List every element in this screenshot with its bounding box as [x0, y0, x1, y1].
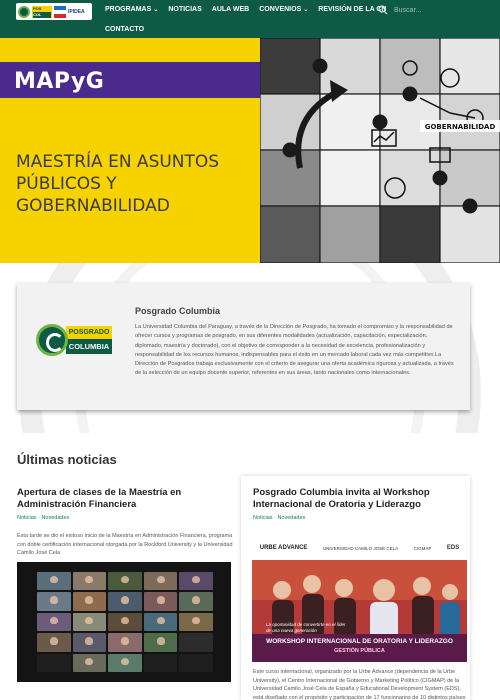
news-section-heading: Últimas noticias: [17, 452, 117, 467]
participant-tile: [108, 592, 142, 611]
posgrado-badge: POSGRADO COLUMBIA: [66, 326, 112, 354]
hero-image-label: GOBERNABILIDAD: [425, 123, 496, 131]
participant-tile: [179, 572, 213, 591]
menu-programas-label: PROGRAMAS: [105, 6, 152, 13]
participant-tile: [143, 633, 178, 652]
columbia-seal-icon: [18, 5, 30, 18]
participant-tile: [143, 572, 178, 591]
participant-tile: [179, 653, 213, 672]
search-icon[interactable]: [378, 5, 388, 15]
search-input[interactable]: [394, 6, 474, 14]
participant-tile: [37, 612, 71, 632]
about-title: Posgrado Columbia: [135, 306, 221, 316]
ipidea-logo-text: IPIDEA: [68, 8, 85, 15]
chevron-down-icon: ⌄: [153, 7, 159, 13]
participant-tile: [143, 592, 178, 611]
participant-tile: [37, 653, 71, 672]
participant-tile: [72, 592, 107, 611]
menu-programas[interactable]: PROGRAMAS ⌄: [100, 4, 163, 15]
participant-tile: [72, 633, 107, 652]
hero-title: MAESTRÍA EN ASUNTOS PÚBLICOS Y GOBERNABI…: [16, 152, 220, 216]
participant-tile: [72, 612, 107, 632]
workshop-banner-title: WORKSHOP INTERNACIONAL DE ORATORIA Y LID…: [266, 638, 453, 645]
menu-contacto[interactable]: CONTACTO: [100, 24, 149, 35]
video-call-grid: [37, 572, 213, 672]
participant-tile: [108, 612, 142, 632]
menu-revision-cn-label: REVISIÓN DE LA CN: [318, 6, 387, 13]
menu-noticias[interactable]: NOTICIAS: [163, 4, 206, 15]
menu-convenios-label: CONVENIOS: [259, 6, 302, 13]
participant-tile: [72, 572, 107, 591]
menu-convenios[interactable]: CONVENIOS ⌄: [254, 4, 313, 15]
news-categories[interactable]: Noticias · Novedades: [253, 515, 305, 521]
news-excerpt: Este curso internacional, organizado por…: [253, 669, 466, 700]
news-categories[interactable]: Noticias · Novedades: [17, 515, 69, 521]
main-menu: PROGRAMAS ⌄ NOTICIAS AULA WEB CONVENIOS ⌄ …: [100, 4, 391, 15]
menu-noticias-label: NOTICIAS: [168, 6, 202, 13]
participant-tile: [179, 612, 213, 632]
participant-tile: [108, 572, 142, 591]
main-menu-row-2: CONTACTO: [100, 24, 149, 35]
ucjc-logo: UNIVERSIDAD CAMILO JOSÉ CELA: [322, 545, 399, 551]
urbe-advance-logo: URBE ADVANCE: [259, 544, 308, 551]
governance-puzzle-illustration: GOBERNABILIDAD: [260, 38, 500, 263]
participant-tile: [37, 633, 71, 652]
partner-logos-strip: URBE ADVANCE UNIVERSIDAD CAMILO JOSÉ CEL…: [252, 537, 467, 559]
menu-aula-web[interactable]: AULA WEB: [207, 4, 254, 15]
menu-contacto-label: CONTACTO: [105, 26, 145, 33]
hero-banner[interactable]: MAPyG MAESTRÍA EN ASUNTOS PÚBLICOS Y GOB…: [0, 38, 500, 263]
participant-tile: [108, 633, 142, 652]
cigmap-logo: CIGMAP: [413, 545, 432, 551]
news-title-link[interactable]: Apertura de clases de la Maestría en Adm…: [17, 487, 222, 511]
posgrado-badge-icon: POS COL: [32, 5, 52, 18]
participant-tile: [72, 653, 107, 672]
menu-aula-web-label: AULA WEB: [211, 6, 250, 13]
badge-bottom-text: COLUMBIA: [66, 339, 112, 354]
hero-acronym: MAPyG: [14, 69, 105, 94]
search-box: [378, 3, 488, 17]
posgrado-columbia-logo: POSGRADO COLUMBIA: [36, 324, 114, 356]
participant-tile: [108, 653, 142, 672]
news-title-link[interactable]: Posgrado Columbia invita al Workshop Int…: [253, 487, 463, 511]
participant-tile: [143, 612, 178, 632]
site-logo[interactable]: POS COL IPIDEA: [16, 3, 92, 20]
top-navbar: POS COL IPIDEA PROGRAMAS ⌄ NOTICIAS AULA W…: [0, 0, 500, 38]
chevron-down-icon: ⌄: [303, 7, 309, 13]
workshop-tagline: La oportunidad de convertirte en el líde…: [266, 622, 346, 633]
badge-top-text: POSGRADO: [66, 326, 112, 339]
participant-tile: [37, 572, 71, 591]
workshop-banner-subtitle: GESTIÓN PÚBLICA: [334, 648, 385, 654]
hero-puzzle-image: GOBERNABILIDAD: [260, 38, 500, 263]
partner-flag-icon: [54, 5, 66, 18]
news-excerpt: Esta tarde se dio el exitoso inicio de l…: [17, 533, 233, 557]
participant-tile: [179, 592, 213, 611]
eds-logo: EDS: [446, 545, 460, 551]
participant-tile: [143, 653, 178, 672]
columbia-seal-icon: [36, 324, 68, 356]
participant-tile: [179, 633, 213, 652]
zoom-meeting-image[interactable]: [17, 562, 231, 682]
about-description: La Universidad Columbia del Paraguay, a …: [135, 324, 454, 377]
participant-tile: [37, 592, 71, 611]
